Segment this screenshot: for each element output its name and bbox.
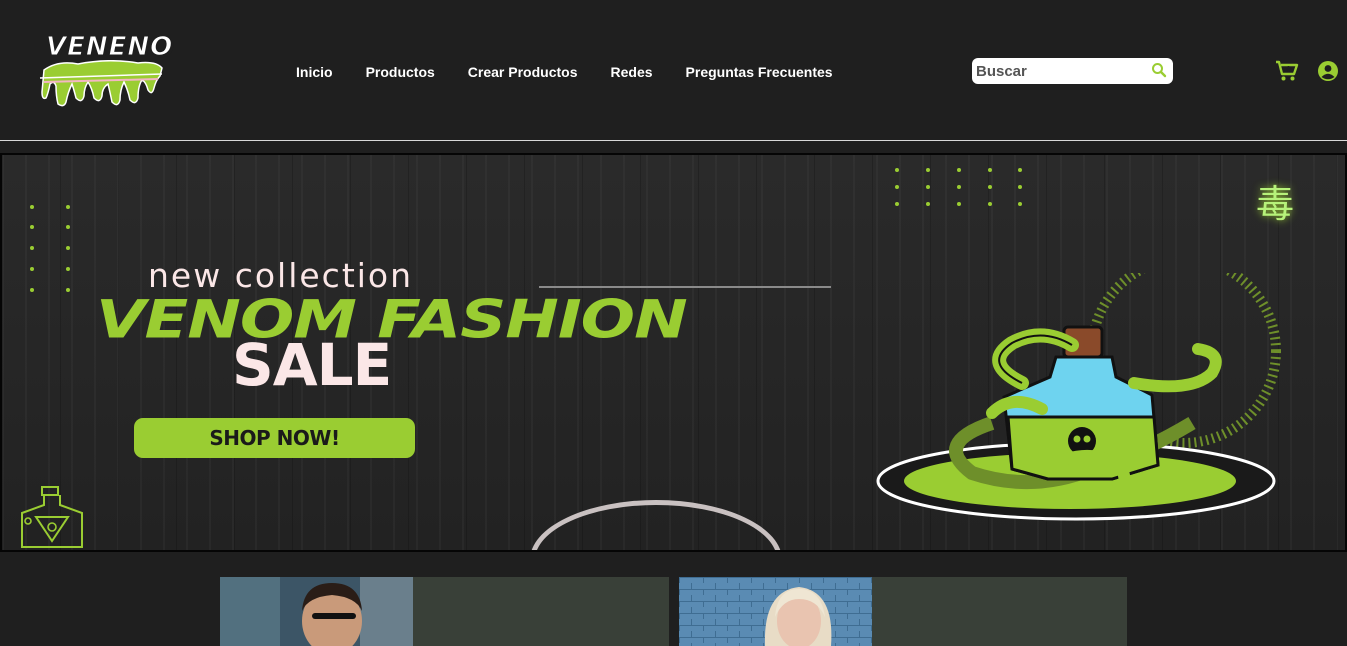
site-header: VENENO Inicio Productos Crear Productos …	[0, 0, 1347, 141]
slime-drip-logo-graphic	[39, 60, 163, 107]
main-nav: Inicio Productos Crear Productos Redes P…	[279, 62, 866, 82]
product-card[interactable]	[679, 577, 1127, 646]
veneno-logo[interactable]: VENENO	[38, 32, 173, 108]
nav-item-redes[interactable]: Redes	[611, 62, 653, 82]
nav-item-crear-productos[interactable]: Crear Productos	[468, 62, 578, 82]
eyebrow-divider	[539, 286, 831, 288]
search-icon[interactable]	[1151, 62, 1167, 78]
search-input[interactable]	[972, 59, 1144, 83]
poison-bottle-outline-icon	[21, 486, 83, 548]
shop-now-button[interactable]: SHOP NOW!	[134, 418, 415, 458]
logo-wordmark: VENENO	[45, 32, 174, 63]
nav-item-inicio[interactable]: Inicio	[296, 62, 333, 82]
account-circle-icon[interactable]	[1317, 60, 1339, 82]
banner-headline: VENOM FASHION	[96, 290, 688, 351]
product-photo-male-model	[220, 577, 413, 646]
hero-banner: 毒 new collection VENOM FASHION SALE SHOP…	[0, 153, 1347, 552]
nav-item-productos[interactable]: Productos	[366, 62, 435, 82]
add-to-cart-icon[interactable]	[1275, 60, 1299, 82]
poison-potion-illustration	[876, 273, 1281, 521]
search-box	[972, 58, 1173, 84]
nav-item-preguntas-frecuentes[interactable]: Preguntas Frecuentes	[686, 62, 833, 82]
banner-subheadline: SALE	[232, 331, 392, 399]
product-card[interactable]	[220, 577, 669, 646]
product-photo-female-model	[679, 577, 872, 646]
poison-kanji-sign: 毒	[1256, 182, 1295, 226]
product-cards-row	[0, 552, 1347, 646]
